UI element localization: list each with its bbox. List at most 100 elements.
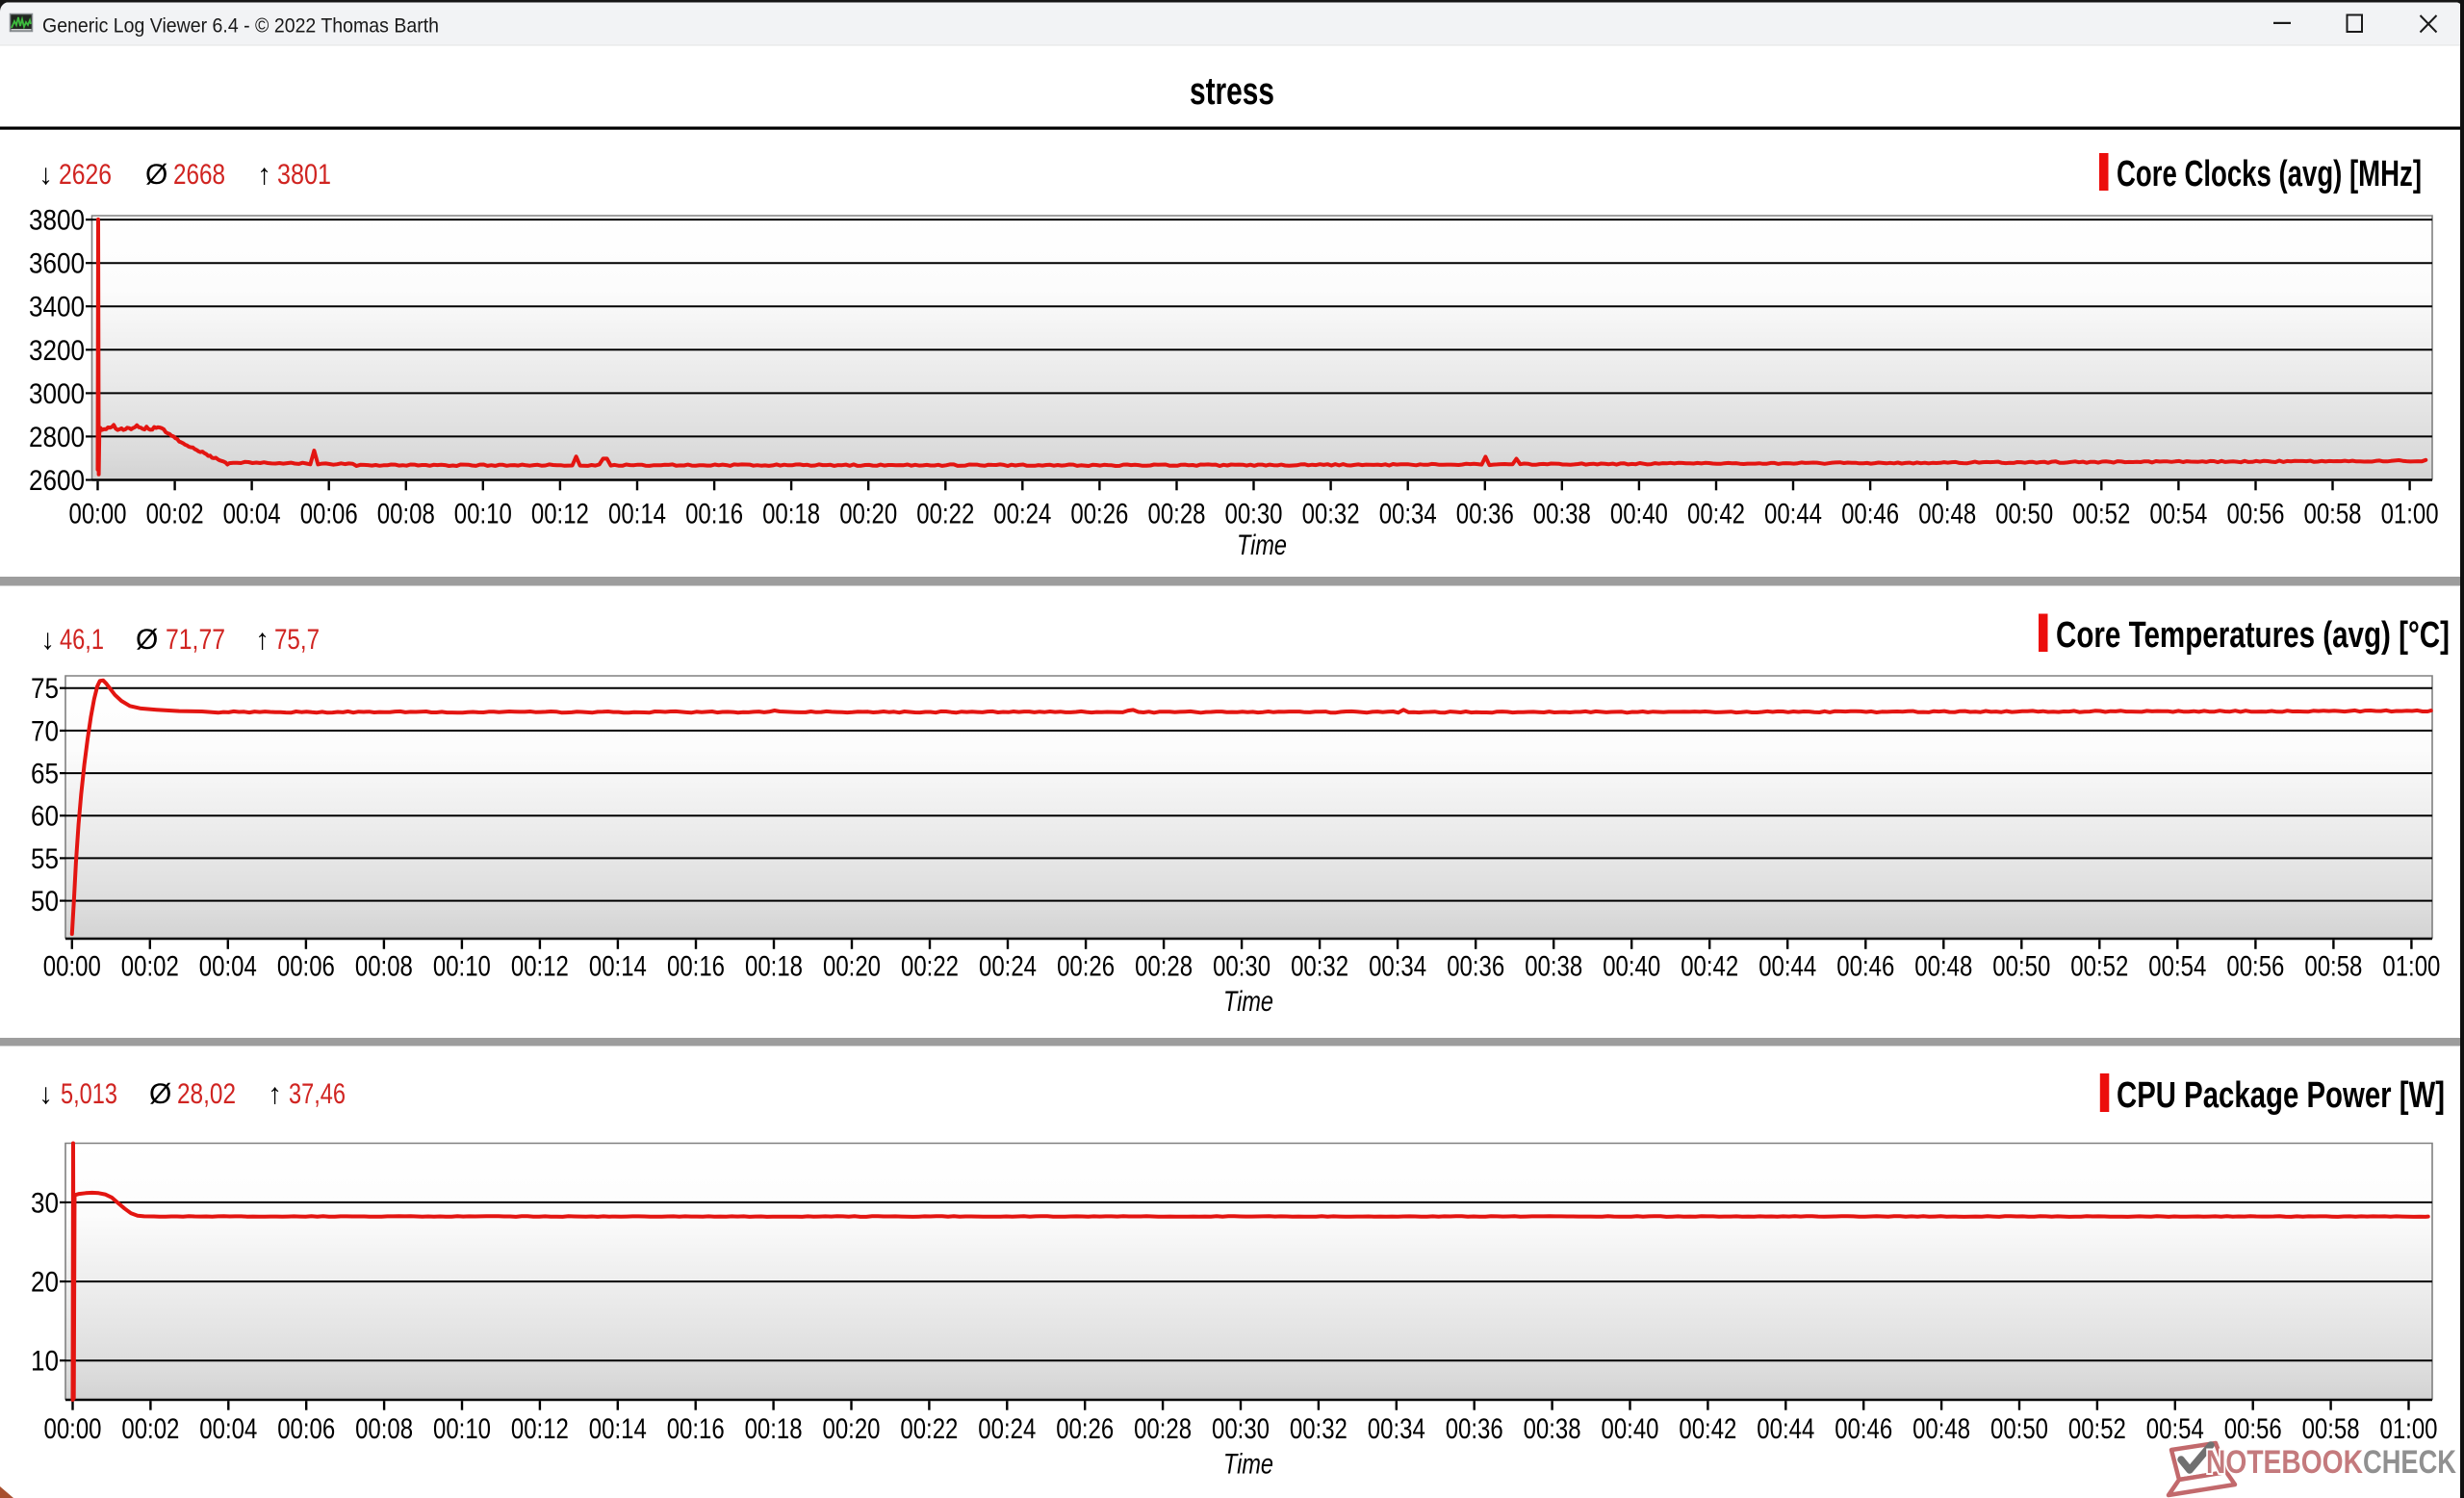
svg-text:00:46: 00:46 [1835, 1413, 1892, 1445]
svg-text:CHECK: CHECK [2363, 1444, 2456, 1481]
svg-text:2668: 2668 [173, 159, 225, 191]
svg-text:00:14: 00:14 [608, 499, 666, 530]
svg-text:↑: ↑ [268, 1078, 282, 1110]
svg-text:75: 75 [31, 673, 59, 705]
svg-text:00:34: 00:34 [1379, 499, 1437, 530]
svg-text:00:48: 00:48 [1912, 1413, 1970, 1445]
svg-text:00:54: 00:54 [2149, 499, 2207, 530]
svg-text:00:42: 00:42 [1679, 1413, 1736, 1445]
svg-text:3800: 3800 [29, 205, 85, 237]
svg-text:00:26: 00:26 [1057, 951, 1115, 983]
svg-text:00:52: 00:52 [2072, 499, 2130, 530]
svg-text:00:32: 00:32 [1291, 951, 1348, 983]
svg-text:00:24: 00:24 [979, 951, 1037, 983]
svg-text:00:56: 00:56 [2227, 499, 2285, 530]
svg-text:37,46: 37,46 [289, 1078, 346, 1110]
svg-text:Ø: Ø [136, 624, 158, 656]
svg-text:Time: Time [1223, 1449, 1273, 1481]
svg-text:01:00: 01:00 [2380, 1413, 2438, 1445]
svg-text:00:22: 00:22 [916, 499, 974, 530]
svg-text:↓: ↓ [38, 159, 53, 191]
svg-text:00:32: 00:32 [1302, 499, 1360, 530]
svg-text:Core Temperatures (avg) [°C]: Core Temperatures (avg) [°C] [2056, 615, 2450, 656]
svg-text:00:58: 00:58 [2304, 499, 2362, 530]
svg-text:00:06: 00:06 [277, 951, 335, 983]
svg-text:00:28: 00:28 [1135, 951, 1193, 983]
svg-text:00:06: 00:06 [300, 499, 358, 530]
svg-text:2800: 2800 [29, 422, 85, 453]
svg-text:00:28: 00:28 [1148, 499, 1206, 530]
svg-text:00:00: 00:00 [43, 951, 101, 983]
svg-text:Time: Time [1223, 986, 1273, 1018]
svg-text:00:32: 00:32 [1290, 1413, 1348, 1445]
svg-text:00:36: 00:36 [1456, 499, 1514, 530]
svg-text:00:46: 00:46 [1841, 499, 1899, 530]
svg-text:00:04: 00:04 [199, 951, 257, 983]
svg-text:20: 20 [31, 1267, 59, 1299]
svg-text:00:22: 00:22 [900, 1413, 958, 1445]
svg-text:00:30: 00:30 [1212, 1413, 1270, 1445]
svg-text:00:52: 00:52 [2068, 1413, 2126, 1445]
svg-text:00:22: 00:22 [901, 951, 959, 983]
svg-text:00:04: 00:04 [199, 1413, 257, 1445]
svg-text:00:18: 00:18 [762, 499, 820, 530]
svg-text:00:12: 00:12 [531, 499, 589, 530]
svg-text:00:10: 00:10 [454, 499, 512, 530]
svg-text:00:40: 00:40 [1610, 499, 1668, 530]
svg-text:00:18: 00:18 [745, 1413, 803, 1445]
svg-text:00:06: 00:06 [277, 1413, 335, 1445]
svg-text:00:12: 00:12 [511, 1413, 569, 1445]
svg-text:00:54: 00:54 [2146, 1413, 2204, 1445]
svg-text:3200: 3200 [29, 335, 85, 367]
svg-text:00:40: 00:40 [1602, 1413, 1659, 1445]
svg-text:00:16: 00:16 [667, 1413, 725, 1445]
svg-text:↑: ↑ [255, 624, 270, 656]
svg-text:00:20: 00:20 [823, 951, 881, 983]
svg-text:00:38: 00:38 [1524, 1413, 1581, 1445]
svg-text:00:28: 00:28 [1134, 1413, 1192, 1445]
svg-text:01:00: 01:00 [2382, 951, 2440, 983]
svg-text:10: 10 [31, 1346, 59, 1378]
svg-text:00:08: 00:08 [355, 951, 413, 983]
svg-text:00:26: 00:26 [1056, 1413, 1114, 1445]
svg-text:Core Clocks (avg) [MHz]: Core Clocks (avg) [MHz] [2117, 154, 2422, 194]
svg-text:↓: ↓ [38, 1078, 53, 1110]
svg-text:00:40: 00:40 [1603, 951, 1660, 983]
svg-text:00:38: 00:38 [1525, 951, 1582, 983]
svg-text:00:10: 00:10 [433, 1413, 491, 1445]
svg-text:70: 70 [31, 715, 59, 747]
svg-text:00:14: 00:14 [589, 1413, 647, 1445]
svg-text:46,1: 46,1 [60, 624, 104, 656]
svg-text:00:50: 00:50 [1992, 951, 2050, 983]
svg-text:00:16: 00:16 [667, 951, 725, 983]
svg-text:00:00: 00:00 [69, 499, 127, 530]
svg-text:5,013: 5,013 [61, 1078, 117, 1110]
svg-text:stress: stress [1190, 70, 1274, 113]
svg-text:Ø: Ø [145, 159, 167, 191]
svg-text:00:30: 00:30 [1225, 499, 1283, 530]
svg-text:00:58: 00:58 [2302, 1413, 2360, 1445]
svg-text:00:14: 00:14 [589, 951, 647, 983]
svg-text:Time: Time [1237, 529, 1287, 561]
svg-text:↑: ↑ [257, 159, 271, 191]
svg-text:00:44: 00:44 [1757, 1413, 1814, 1445]
svg-text:00:20: 00:20 [839, 499, 897, 530]
svg-text:00:56: 00:56 [2226, 951, 2284, 983]
svg-text:75,7: 75,7 [274, 624, 320, 656]
svg-text:00:16: 00:16 [685, 499, 743, 530]
svg-text:00:08: 00:08 [355, 1413, 413, 1445]
svg-text:55: 55 [31, 843, 59, 875]
svg-text:01:00: 01:00 [2381, 499, 2439, 530]
svg-text:00:52: 00:52 [2070, 951, 2128, 983]
svg-text:00:00: 00:00 [44, 1413, 102, 1445]
svg-text:00:44: 00:44 [1764, 499, 1822, 530]
svg-text:00:24: 00:24 [978, 1413, 1036, 1445]
svg-text:00:36: 00:36 [1446, 1413, 1503, 1445]
svg-text:00:18: 00:18 [745, 951, 803, 983]
svg-text:NOTEBOOK: NOTEBOOK [2206, 1444, 2363, 1481]
svg-text:00:48: 00:48 [1918, 499, 1976, 530]
svg-text:00:02: 00:02 [146, 499, 204, 530]
svg-text:00:34: 00:34 [1369, 951, 1426, 983]
svg-text:00:54: 00:54 [2148, 951, 2206, 983]
svg-text:00:20: 00:20 [823, 1413, 881, 1445]
